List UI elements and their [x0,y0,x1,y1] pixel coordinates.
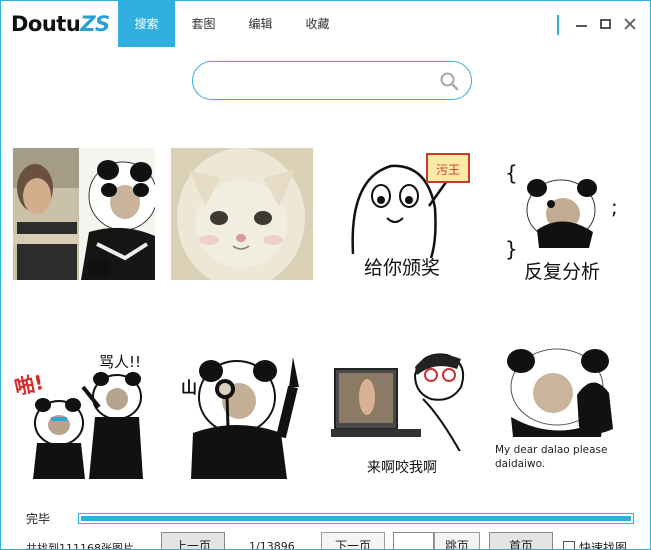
next-page-button[interactable]: 下一页 [321,532,385,549]
meme-image: My dear dalao please daidaiwo. [491,347,633,479]
progress-fill [79,514,633,523]
image-tile[interactable]: 啪! 骂人!! [13,347,155,479]
minimize-icon [575,25,587,27]
first-page-button[interactable]: 首页 [489,532,553,549]
meme-image: 山 [171,347,313,479]
top-bar: DoutuZS 搜索 套图 编辑 收藏 [1,1,650,47]
quick-search-checkbox[interactable] [563,541,575,549]
search-icon[interactable] [439,71,459,91]
tab-search[interactable]: 搜索 [118,1,175,47]
title-separator [557,15,559,35]
image-tile[interactable]: My dear dalao please daidaiwo. [491,347,633,479]
meme-image: 来啊咬我啊 [331,347,473,479]
close-button[interactable] [620,14,640,34]
maximize-button[interactable] [595,14,615,34]
image-tile[interactable]: 污王 给你颁奖 [331,148,473,280]
meme-caption: 骂人!! [99,353,141,371]
tab-sets[interactable]: 套图 [175,1,232,47]
image-tile[interactable] [13,148,155,280]
meme-image: 啪! 骂人!! [13,347,155,479]
svg-text:}: } [505,237,518,261]
minimize-button[interactable] [571,14,591,34]
meme-image: { } ; 反复分析 [491,148,633,280]
maximize-icon [599,19,611,29]
image-tile[interactable] [171,148,313,280]
prev-page-button[interactable]: 上一页 [161,532,225,549]
side-caption: 山 [181,378,197,397]
result-count: 共找到111168张图片 [26,542,134,550]
svg-text:;: ; [611,195,618,219]
meme-caption: 反复分析 [524,261,600,280]
meme-caption: 给你颁奖 [364,257,440,279]
award-badge: 污王 [436,163,460,177]
search-input[interactable] [207,70,429,92]
page-indicator: 1/13896 [249,540,295,550]
meme-caption: 来啊咬我啊 [367,459,437,476]
search-box [192,61,472,100]
logo-accent: ZS [80,12,110,36]
status-text: 完毕 [26,512,51,526]
page-number-input[interactable] [393,532,434,549]
jump-page-button[interactable]: 跳页 [434,532,480,549]
svg-text:{: { [505,161,518,185]
quick-search-label: 快速找图 [579,541,628,550]
app-logo: DoutuZS [11,10,110,38]
meme-image [13,148,155,280]
image-tile[interactable]: { } ; 反复分析 [491,148,633,280]
meme-caption: My dear dalao please daidaiwo. [495,444,608,470]
progress-bar [78,513,634,524]
logo-text: Doutu [11,12,81,36]
image-tile[interactable]: 来啊咬我啊 [331,347,473,479]
tab-favorites[interactable]: 收藏 [289,1,346,47]
meme-image [171,148,313,280]
meme-image: 污王 给你颁奖 [331,148,473,280]
footer-bar: 共找到111168张图片 上一页 1/13896 下一页 跳页 首页 快速找图 [1,531,650,550]
app-window: DoutuZS 搜索 套图 编辑 收藏 污王 给你颁奖 {} ; 反复分析 啪… [0,0,651,550]
tab-bar: 搜索 套图 编辑 收藏 [118,1,346,47]
image-tile[interactable]: 山 [171,347,313,479]
caption-box: My dear dalao please daidaiwo. [495,444,608,470]
tab-edit[interactable]: 编辑 [232,1,289,47]
close-icon [624,18,636,30]
